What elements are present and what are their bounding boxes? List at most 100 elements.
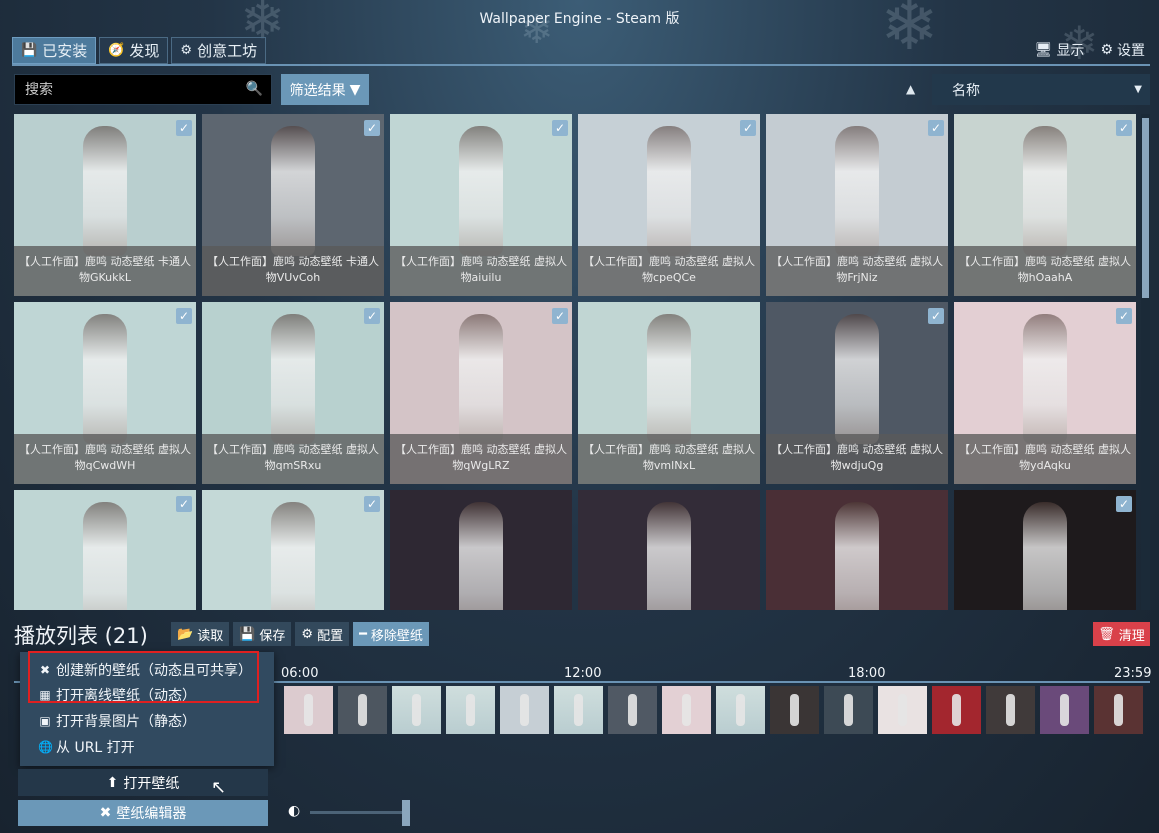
checkbox-checked-icon[interactable]: ✓ [176, 308, 192, 324]
playlist-thumbnail[interactable] [716, 686, 765, 734]
tab-workshop[interactable]: ⚙ 创意工坊 [171, 37, 267, 64]
wallpaper-tile[interactable] [390, 490, 572, 610]
mouse-cursor-icon: ↖ [211, 777, 227, 798]
wallpaper-tile[interactable]: ✓ 【人工作面】鹿鸣 动态壁纸 虚拟人 物ydAqku [954, 302, 1136, 484]
playlist-thumbnail[interactable] [824, 686, 873, 734]
time-label: 23:59 [1114, 666, 1152, 681]
checkbox-checked-icon[interactable]: ✓ [552, 120, 568, 136]
wallpaper-tile[interactable]: ✓ 【人工作面】鹿鸣 动态壁纸 卡通人 物GKukkL [14, 114, 196, 296]
wallpaper-caption: 【人工作面】鹿鸣 动态壁纸 虚拟人 物qmSRxu [202, 434, 384, 484]
wallpaper-tile[interactable]: ✓ [14, 490, 196, 610]
clear-button[interactable]: 🗑 清理 [1093, 622, 1150, 646]
wallpaper-preview [459, 314, 503, 444]
time-label: 06:00 [281, 666, 319, 681]
window-title: Wallpaper Engine - Steam 版 [479, 11, 680, 27]
wallpaper-grid: ✓ 【人工作面】鹿鸣 动态壁纸 卡通人 物GKukkL ✓ 【人工作面】鹿鸣 动态壁纸 … [14, 114, 1136, 610]
wallpaper-tile[interactable]: ✓ 【人工作面】鹿鸣 动态壁纸 虚拟人 物qmSRxu [202, 302, 384, 484]
wallpaper-preview [1023, 126, 1067, 256]
checkbox-checked-icon[interactable]: ✓ [552, 308, 568, 324]
playlist-thumbnail[interactable] [662, 686, 711, 734]
tab-discover[interactable]: 🧭 发现 [99, 37, 169, 64]
save-button[interactable]: 💾 保存 [233, 622, 292, 646]
checkbox-checked-icon[interactable]: ✓ [364, 308, 380, 324]
menu-item-create-new[interactable]: ✖ 创建新的壁纸（动态且可共享） [38, 659, 252, 681]
steam-icon: ⚙ [180, 43, 193, 58]
trash-icon: 🗑 [1098, 626, 1115, 642]
checkbox-checked-icon[interactable]: ✓ [1116, 496, 1132, 512]
brightness-slider[interactable] [310, 811, 406, 814]
checkbox-checked-icon[interactable]: ✓ [1116, 308, 1132, 324]
wallpaper-preview [459, 502, 503, 610]
scrollbar-thumb[interactable] [1142, 118, 1149, 298]
config-button[interactable]: ⚙ 配置 [295, 622, 350, 646]
wallpaper-tile[interactable]: ✓ 【人工作面】鹿鸣 动态壁纸 虚拟人 物aiuilu [390, 114, 572, 296]
tools-icon: ✖ [39, 663, 51, 677]
playlist-thumbnail[interactable] [446, 686, 495, 734]
playlist-thumbnail[interactable] [770, 686, 819, 734]
wallpaper-tile[interactable]: ✓ [202, 490, 384, 610]
playlist-thumbnail[interactable] [284, 686, 333, 734]
checkbox-checked-icon[interactable]: ✓ [364, 120, 380, 136]
checkbox-checked-icon[interactable]: ✓ [928, 120, 944, 136]
sort-direction-toggle[interactable]: ▲ [906, 82, 915, 96]
remove-wallpaper-button[interactable]: ━ 移除壁纸 [353, 622, 429, 646]
menu-item-open-offline[interactable]: ▦ 打开离线壁纸（动态） [38, 684, 196, 706]
menu-item-open-image[interactable]: ▣ 打开背景图片（静态） [38, 710, 196, 732]
wallpaper-preview [83, 502, 127, 610]
wallpaper-tile[interactable]: ✓ 【人工作面】鹿鸣 动态壁纸 虚拟人 物qWgLRZ [390, 302, 572, 484]
caption-line: 物hOaahA [1017, 271, 1073, 284]
load-button[interactable]: 📂 读取 [171, 622, 230, 646]
search-icon[interactable]: 🔍 [246, 81, 263, 97]
wallpaper-tile[interactable] [578, 490, 760, 610]
brightness-slider-knob[interactable] [402, 800, 410, 826]
display-label: 显示 [1056, 43, 1085, 59]
display-button[interactable]: 🖥 显示 [1035, 40, 1085, 60]
checkbox-checked-icon[interactable]: ✓ [176, 496, 192, 512]
grid-scrollbar[interactable] [1141, 114, 1150, 610]
remove-label: 移除壁纸 [370, 628, 423, 644]
save-icon: 💾 [21, 43, 38, 58]
playlist-thumbnail[interactable] [932, 686, 981, 734]
wallpaper-tile[interactable]: ✓ 【人工作面】鹿鸣 动态壁纸 虚拟人 物FrjNiz [766, 114, 948, 296]
wallpaper-tile[interactable]: 【人工作面】鹿鸣 动态壁纸 虚拟人 物vmlNxL [578, 302, 760, 484]
wallpaper-editor-button[interactable]: ✖ 壁纸编辑器 [18, 800, 268, 826]
search-box: 🔍 [14, 74, 272, 105]
wallpaper-caption: 【人工作面】鹿鸣 动态壁纸 卡通人 物GKukkL [14, 246, 196, 296]
open-wallpaper-button[interactable]: ⬆ 打开壁纸 [18, 769, 268, 796]
clear-label: 清理 [1118, 628, 1145, 644]
playlist-thumbnail[interactable] [986, 686, 1035, 734]
playlist-thumbnail[interactable] [338, 686, 387, 734]
wallpaper-tile[interactable] [766, 490, 948, 610]
playlist-thumbnail[interactable] [1094, 686, 1143, 734]
wallpaper-tile[interactable]: ✓ 【人工作面】鹿鸣 动态壁纸 卡通人 物VUvCoh [202, 114, 384, 296]
checkbox-checked-icon[interactable]: ✓ [176, 120, 192, 136]
tab-discover-label: 发现 [129, 42, 160, 60]
filter-button[interactable]: 筛选结果 ▼ [281, 74, 369, 105]
wallpaper-preview [1023, 314, 1067, 444]
wallpaper-tile[interactable]: ✓ [954, 490, 1136, 610]
caption-line: 物GKukkL [78, 271, 132, 284]
sort-select[interactable]: 名称 ▼ [932, 74, 1150, 105]
wallpaper-tile[interactable]: ✓ 【人工作面】鹿鸣 动态壁纸 虚拟人 物qCwdWH [14, 302, 196, 484]
playlist-thumbnail[interactable] [554, 686, 603, 734]
settings-button[interactable]: ⚙ 设置 [1100, 40, 1145, 60]
wallpaper-caption: 【人工作面】鹿鸣 动态壁纸 虚拟人 物cpeQCe [578, 246, 760, 296]
playlist-thumbnail[interactable] [392, 686, 441, 734]
caption-line: 【人工作面】鹿鸣 动态壁纸 卡通人 [19, 255, 191, 268]
wallpaper-tile[interactable]: ✓ 【人工作面】鹿鸣 动态壁纸 虚拟人 物hOaahA [954, 114, 1136, 296]
playlist-thumbnail[interactable] [608, 686, 657, 734]
wallpaper-preview [271, 126, 315, 256]
menu-item-open-url[interactable]: 🌐 从 URL 打开 [38, 736, 135, 758]
playlist-thumbnail[interactable] [1040, 686, 1089, 734]
playlist-thumbnail[interactable] [878, 686, 927, 734]
playlist-thumbnails [284, 686, 1143, 734]
checkbox-checked-icon[interactable]: ✓ [928, 308, 944, 324]
checkbox-checked-icon[interactable]: ✓ [740, 120, 756, 136]
wallpaper-tile[interactable]: ✓ 【人工作面】鹿鸣 动态壁纸 虚拟人 物wdjuQg [766, 302, 948, 484]
tab-installed[interactable]: 💾 已安装 [12, 37, 97, 64]
wallpaper-tile[interactable]: ✓ 【人工作面】鹿鸣 动态壁纸 虚拟人 物cpeQCe [578, 114, 760, 296]
checkbox-checked-icon[interactable]: ✓ [364, 496, 380, 512]
playlist-thumbnail[interactable] [500, 686, 549, 734]
checkbox-checked-icon[interactable]: ✓ [1116, 120, 1132, 136]
search-input[interactable] [15, 75, 271, 104]
